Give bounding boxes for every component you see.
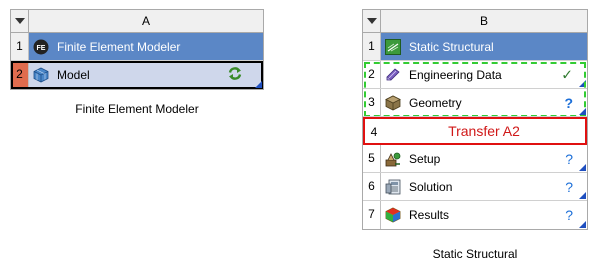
row-number: 2 (363, 61, 381, 88)
row-number: 7 (363, 201, 381, 229)
solution-icon (385, 179, 401, 195)
system-a-menu-arrow[interactable] (11, 10, 29, 32)
system-b-menu-arrow[interactable] (363, 10, 381, 32)
dropdown-arrow-icon (366, 18, 377, 24)
corner-marker (255, 81, 262, 88)
geometry-icon (385, 95, 401, 111)
system-a-title-row[interactable]: 1 FE Finite Element Modeler (11, 33, 263, 61)
dropdown-arrow-icon (14, 18, 25, 24)
row-number: 1 (363, 33, 381, 60)
system-b-header-row: B (363, 10, 587, 33)
engineering-data-icon (385, 67, 401, 83)
system-a-model-row[interactable]: 2 Model (11, 61, 263, 89)
setup-label: Setup (409, 151, 441, 166)
geometry-row[interactable]: 3 Geometry ? (363, 89, 587, 117)
row-number: 4 (370, 125, 378, 139)
svg-text:FE: FE (37, 45, 46, 52)
engineering-data-row[interactable]: 2 Engineering Data ✓ (363, 61, 587, 117)
corner-marker (579, 80, 586, 87)
geometry-label: Geometry (409, 95, 462, 110)
checkmark-icon: ✓ (561, 66, 573, 82)
results-icon (385, 207, 401, 223)
static-structural-icon (385, 38, 401, 55)
setup-icon (385, 151, 401, 167)
transfer-row[interactable]: 4 Transfer A2 (363, 117, 587, 145)
setup-row[interactable]: 5 Setup ? (363, 145, 587, 173)
corner-marker (579, 192, 586, 199)
system-a-header-row: A (11, 10, 263, 33)
refresh-icon (227, 67, 243, 84)
system-b-name[interactable]: Static Structural (362, 247, 588, 261)
corner-marker (579, 108, 586, 115)
system-b-column-header: B (479, 14, 488, 28)
results-label: Results (409, 208, 450, 222)
row-number: 1 (11, 33, 29, 60)
model-icon (33, 67, 49, 83)
row-number: 6 (363, 173, 381, 200)
corner-marker (579, 221, 586, 228)
solution-label: Solution (409, 179, 453, 194)
engineering-data-label: Engineering Data (409, 67, 502, 82)
question-icon: ? (565, 178, 573, 195)
row-number: 5 (363, 145, 381, 172)
fe-icon: FE (33, 39, 49, 55)
system-a-table: A 1 FE Finite Element Modeler 2 Model (10, 9, 264, 90)
system-a-column-header: A (141, 14, 150, 28)
question-icon: ? (565, 207, 573, 223)
question-icon: ? (564, 94, 573, 111)
transfer-label: Transfer A2 (448, 123, 520, 139)
model-label: Model (57, 68, 90, 82)
question-icon: ? (565, 150, 573, 167)
row-number: 2 (11, 61, 29, 89)
system-b-title-row[interactable]: 1 Static Structural (363, 33, 587, 61)
solution-row[interactable]: 6 Solution ? (363, 173, 587, 201)
row-number: 3 (363, 89, 381, 116)
system-b-title-label: Static Structural (409, 39, 494, 54)
system-a-name[interactable]: Finite Element Modeler (10, 102, 264, 116)
system-b-table: B 1 Static Structural 2 Engineering Data… (362, 9, 588, 230)
system-a-title-label: Finite Element Modeler (57, 39, 181, 54)
results-row[interactable]: 7 Results ? (363, 201, 587, 229)
corner-marker (579, 164, 586, 171)
